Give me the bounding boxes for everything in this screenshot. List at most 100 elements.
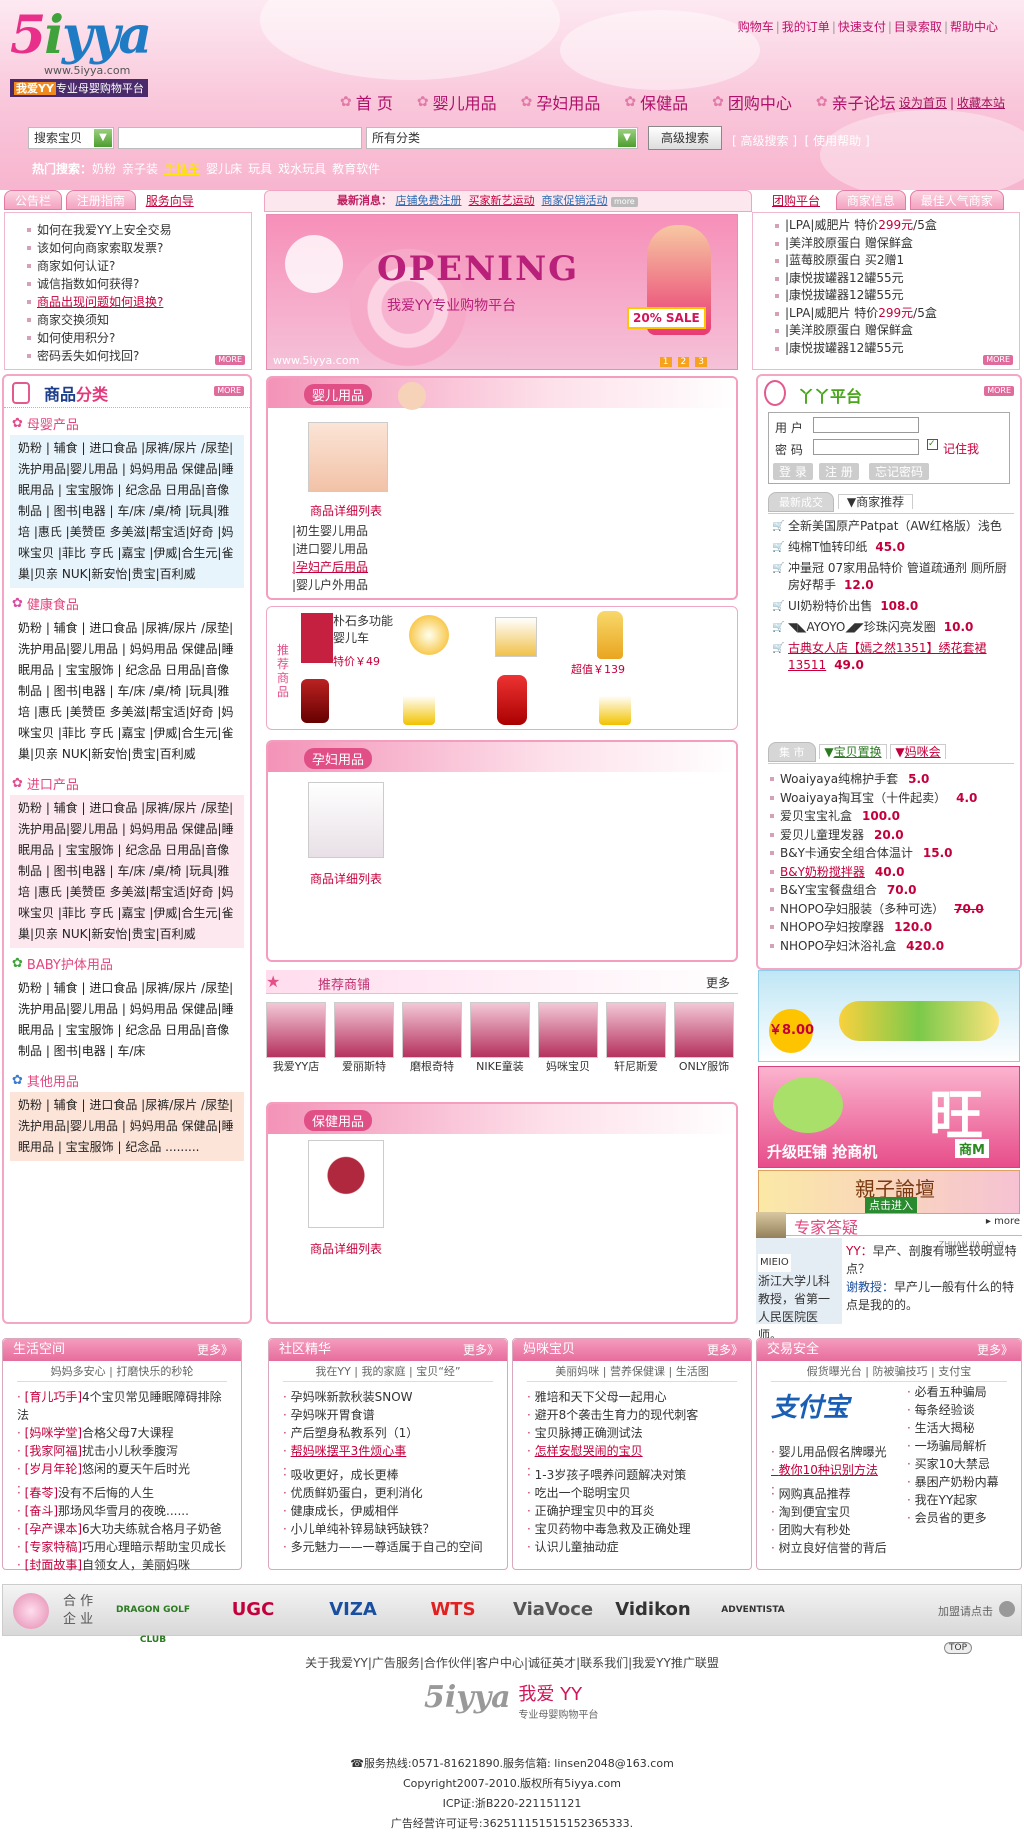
- market-item[interactable]: B&Y宝宝餐盘组合 70.0: [768, 881, 1016, 900]
- recommend-item[interactable]: 🛒 全新美国原产Patpat（AW红格版）浅色: [772, 518, 1014, 535]
- bottom-link[interactable]: 多元魅力——一尊适属于自己的空间: [283, 1538, 493, 1556]
- baby-category-link[interactable]: |进口婴儿用品: [292, 540, 368, 558]
- set-homepage-link[interactable]: 设为首页: [899, 96, 947, 110]
- bottom-link[interactable]: [奋斗]那场风华雪月的夜晚......: [17, 1502, 227, 1520]
- partner-brand-logo[interactable]: Vidikon: [613, 1595, 693, 1655]
- baby-product-image[interactable]: [308, 422, 388, 492]
- banner-page-3[interactable]: 3: [695, 357, 707, 367]
- partner-brand-logo[interactable]: VIZA: [313, 1595, 393, 1655]
- recommend-item[interactable]: 🛒 古典女人店【嫣之然1351】绣花套裙13511 49.0: [772, 640, 1014, 674]
- bottom-link[interactable]: [岁月年轮]悠闲的夏天午后时光: [17, 1460, 227, 1478]
- bottom-link[interactable]: [孕产课本]6大功夫练就合格月子奶爸: [17, 1520, 227, 1538]
- bottom-box-more-link[interactable]: 更多》: [197, 1339, 233, 1361]
- arrow-circle-icon[interactable]: [999, 1601, 1015, 1617]
- category-group-links[interactable]: 奶粉 | 辅食 | 进口食品 |尿裤/尿片 /尿垫|洗护用品|婴儿用品 | 妈妈…: [10, 435, 244, 588]
- tab-notice[interactable]: 公告栏: [4, 190, 63, 210]
- partner-brand-logo[interactable]: UGC: [213, 1595, 293, 1655]
- bottom-link[interactable]: 小儿单纯补锌易缺钙缺铁？: [283, 1520, 493, 1538]
- hot-search-link[interactable]: 手推车: [164, 162, 200, 176]
- groupbuy-item[interactable]: |LPA|威肥片 特价299元/5盒: [773, 217, 1019, 235]
- bottom-link[interactable]: 认识儿童抽动症: [527, 1538, 737, 1556]
- category-group-header[interactable]: ✿ 进口产品: [12, 774, 250, 793]
- wangpu-ad[interactable]: 旺 升级旺铺 抢商机 商M: [758, 1066, 1020, 1168]
- news-item[interactable]: 商家促销活动: [542, 194, 608, 207]
- help-link[interactable]: 使用帮助: [813, 134, 861, 148]
- notice-item[interactable]: 商品出现问题如何退换?: [25, 293, 251, 311]
- market-item[interactable]: 爱贝儿童理发器 20.0: [768, 826, 1016, 845]
- market-item[interactable]: NHOPO孕妇沐浴礼盒 420.0: [768, 937, 1016, 956]
- nav-item[interactable]: ✿ 首 页: [340, 90, 393, 114]
- news-item[interactable]: 买家新艺运动: [469, 194, 535, 207]
- alipay-logo[interactable]: 支付宝: [771, 1387, 849, 1424]
- maternity-product-image[interactable]: [308, 782, 384, 858]
- forgot-password-button[interactable]: 忘记密码: [869, 463, 930, 480]
- site-logo[interactable]: 5iyya www.5iyya.com 我爱YY 专业母婴购物平台: [10, 8, 170, 108]
- top-link[interactable]: 帮助中心: [950, 20, 998, 34]
- notice-item[interactable]: 诚信指数如何获得?: [25, 275, 251, 293]
- banner-page-1[interactable]: 1: [659, 357, 672, 367]
- partner-brand-logo[interactable]: ViaVoce: [513, 1595, 593, 1655]
- bottom-link[interactable]: 1-3岁孩子喂养问题解决对策: [527, 1466, 737, 1484]
- bottom-link[interactable]: 生活大揭秘: [907, 1419, 987, 1437]
- market-item[interactable]: Woaiyaya纯棉护手套 5.0: [768, 770, 1016, 789]
- bottom-link[interactable]: 宝贝脉搏正确测试法: [527, 1424, 737, 1442]
- tab-baby-swap[interactable]: ▼宝贝置换: [819, 744, 887, 759]
- baby-detail-link[interactable]: 商品详细列表: [310, 502, 382, 519]
- baby-category-link[interactable]: |初生婴儿用品: [292, 522, 368, 540]
- recommend-item[interactable]: 🛒 冲量冠 07家用品特价 管道疏通剂 厕所厨房好帮手 12.0: [772, 560, 1014, 594]
- promo-banner[interactable]: OPENING 我爱YY专业购物平台 20% SALE www.5iyya.co…: [266, 214, 738, 370]
- bottom-link[interactable]: 怎样安慰哭闹的宝贝: [527, 1442, 737, 1460]
- category-group-header[interactable]: ✿ BABY护体用品: [12, 954, 250, 973]
- bottom-box-more-link[interactable]: 更多》: [707, 1339, 743, 1361]
- bottom-link[interactable]: 产后塑身私教系列（1）: [283, 1424, 493, 1442]
- nav-item[interactable]: ✿ 孕妇用品: [521, 90, 601, 114]
- footer-link[interactable]: 关于我爱YY: [305, 1656, 368, 1670]
- nav-item[interactable]: ✿ 团购中心: [712, 90, 792, 114]
- top-link[interactable]: 目录索取: [894, 20, 942, 34]
- bottom-link[interactable]: 婴儿用品假名牌曝光: [771, 1443, 887, 1461]
- hot-search-link[interactable]: 玩具: [248, 162, 272, 176]
- maternity-detail-link[interactable]: 商品详细列表: [310, 870, 382, 887]
- bottom-link[interactable]: 暴困产奶粉内幕: [907, 1473, 999, 1491]
- market-item[interactable]: B&Y奶粉搅拌器 40.0: [768, 863, 1016, 882]
- bottom-link[interactable]: 我在YY起家: [907, 1491, 999, 1509]
- password-input[interactable]: [813, 439, 919, 455]
- bottom-link[interactable]: 淘到便宜宝贝: [771, 1503, 887, 1521]
- notice-item[interactable]: 该如何向商家索取发票?: [25, 239, 251, 257]
- bottom-link[interactable]: 宝贝药物中毒急救及正确处理: [527, 1520, 737, 1538]
- recommend-item[interactable]: 🛒 UI奶粉特价出售 108.0: [772, 598, 1014, 615]
- footer-link[interactable]: 广告服务: [372, 1656, 420, 1670]
- health-product-image[interactable]: [308, 1140, 384, 1228]
- bottom-link[interactable]: 教你10种识别方法: [771, 1461, 887, 1479]
- bottom-box-more-link[interactable]: 更多》: [977, 1339, 1013, 1361]
- back-to-top-button[interactable]: TOP: [944, 1642, 973, 1654]
- shop-item[interactable]: 我爱YY店: [266, 1002, 326, 1074]
- groupbuy-item[interactable]: |康悦拔罐器12罐55元: [773, 340, 1019, 358]
- groupbuy-item[interactable]: |美洋胶原蛋白 赠保鲜盒: [773, 322, 1019, 340]
- tab-merchant-info[interactable]: 商家信息: [835, 190, 906, 210]
- bottom-link[interactable]: [专家特稿]巧用心理暗示帮助宝贝成长: [17, 1538, 227, 1556]
- market-item[interactable]: 爱贝宝宝礼盒 100.0: [768, 807, 1016, 826]
- tab-groupbuy[interactable]: 团购平台: [772, 194, 820, 208]
- top-link[interactable]: 我的订单: [782, 20, 830, 34]
- footer-link[interactable]: 联系我们: [580, 1656, 628, 1670]
- tab-service-guide[interactable]: 服务向导: [146, 194, 194, 208]
- nav-item[interactable]: ✿ 婴儿用品: [417, 90, 497, 114]
- tab-popular-merchant[interactable]: 最佳人气商家: [909, 190, 1004, 210]
- groupbuy-item[interactable]: |美洋胶原蛋白 赠保鲜盒: [773, 235, 1019, 253]
- hot-search-link[interactable]: 戏水玩具: [278, 162, 326, 176]
- bottom-box-subnav[interactable]: 美丽妈咪 | 营养保健课 | 生活图: [527, 1363, 737, 1382]
- shop-item[interactable]: NIKE童装: [470, 1002, 530, 1074]
- notice-item[interactable]: 如何使用积分?: [25, 329, 251, 347]
- category-more-button[interactable]: MORE: [214, 386, 244, 396]
- groupbuy-item[interactable]: |康悦拔罐器12罐55元: [773, 287, 1019, 305]
- bottom-link[interactable]: [妈咪学堂]合格父母7大课程: [17, 1424, 227, 1442]
- shop-item[interactable]: 爱丽斯特: [334, 1002, 394, 1074]
- footer-link[interactable]: 客户中心: [476, 1656, 524, 1670]
- shop-item[interactable]: ONLY服饰: [674, 1002, 734, 1074]
- banner-page-2[interactable]: 2: [677, 357, 690, 367]
- category-group-links[interactable]: 奶粉 | 辅食 | 进口食品 |尿裤/尿片 /尿垫|洗护用品|婴儿用品 | 妈妈…: [10, 1092, 244, 1161]
- advanced-search-link[interactable]: 高级搜索: [741, 134, 789, 148]
- groupbuy-item[interactable]: |蓝莓胶原蛋白 买2赠1: [773, 252, 1019, 270]
- top-link[interactable]: 快速支付: [838, 20, 886, 34]
